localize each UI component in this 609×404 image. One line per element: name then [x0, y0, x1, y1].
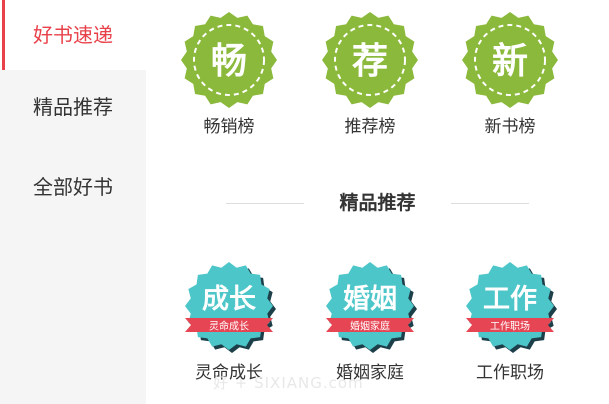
sidebar-item-all-books[interactable]: 全部好书 — [0, 152, 146, 222]
work-badge-icon: 工作 工作职场 — [466, 262, 557, 353]
bestseller-badge-icon: 畅 — [181, 12, 277, 108]
category-growth-link[interactable]: 成长 灵命成长 灵命成长 — [164, 256, 294, 383]
new-books-list-link[interactable]: 新 新书榜 — [445, 10, 575, 137]
work-badge-title: 工作 — [483, 284, 537, 315]
recommended-badge-icon: 荐 — [322, 12, 418, 108]
work-badge-ribbon: 工作职场 — [490, 320, 530, 333]
sidebar: 好书速递 精品推荐 全部好书 — [0, 0, 146, 404]
marriage-badge-icon: 婚姻 婚姻家庭 — [326, 262, 417, 353]
growth-badge-ribbon: 灵命成长 — [209, 320, 249, 333]
section-title: 精品推荐 — [339, 192, 416, 214]
sidebar-item-featured[interactable]: 精品推荐 — [0, 72, 146, 142]
marriage-badge-title: 婚姻 — [343, 284, 397, 315]
recommended-label: 推荐榜 — [344, 117, 396, 137]
bestseller-label: 畅销榜 — [203, 117, 255, 137]
bestseller-list-link[interactable]: 畅 畅销榜 — [164, 10, 294, 137]
watermark: 好 + SIXIANG.com — [213, 374, 364, 392]
new-books-label: 新书榜 — [484, 117, 536, 137]
recommended-list-link[interactable]: 荐 推荐榜 — [305, 10, 435, 137]
sidebar-item-fast-books[interactable]: 好书速递 — [0, 0, 146, 70]
category-marriage-link[interactable]: 婚姻 婚姻家庭 婚姻家庭 — [305, 256, 435, 383]
bestseller-badge-glyph: 畅 — [211, 41, 247, 82]
category-work-link[interactable]: 工作 工作职场 工作职场 — [445, 256, 575, 383]
work-label: 工作职场 — [476, 363, 544, 383]
growth-badge-icon: 成长 灵命成长 — [185, 262, 276, 353]
marriage-badge-ribbon: 婚姻家庭 — [350, 320, 390, 333]
section-divider-right — [451, 203, 529, 204]
new-books-badge-glyph: 新 — [492, 41, 528, 82]
main-content: 畅 畅销榜 荐 推荐榜 新 新书榜 精品推荐 成长 灵命成长 灵命成长 婚姻 婚… — [146, 0, 609, 404]
growth-badge-title: 成长 — [202, 284, 257, 315]
recommended-badge-glyph: 荐 — [352, 41, 388, 82]
new-books-badge-icon: 新 — [462, 12, 558, 108]
